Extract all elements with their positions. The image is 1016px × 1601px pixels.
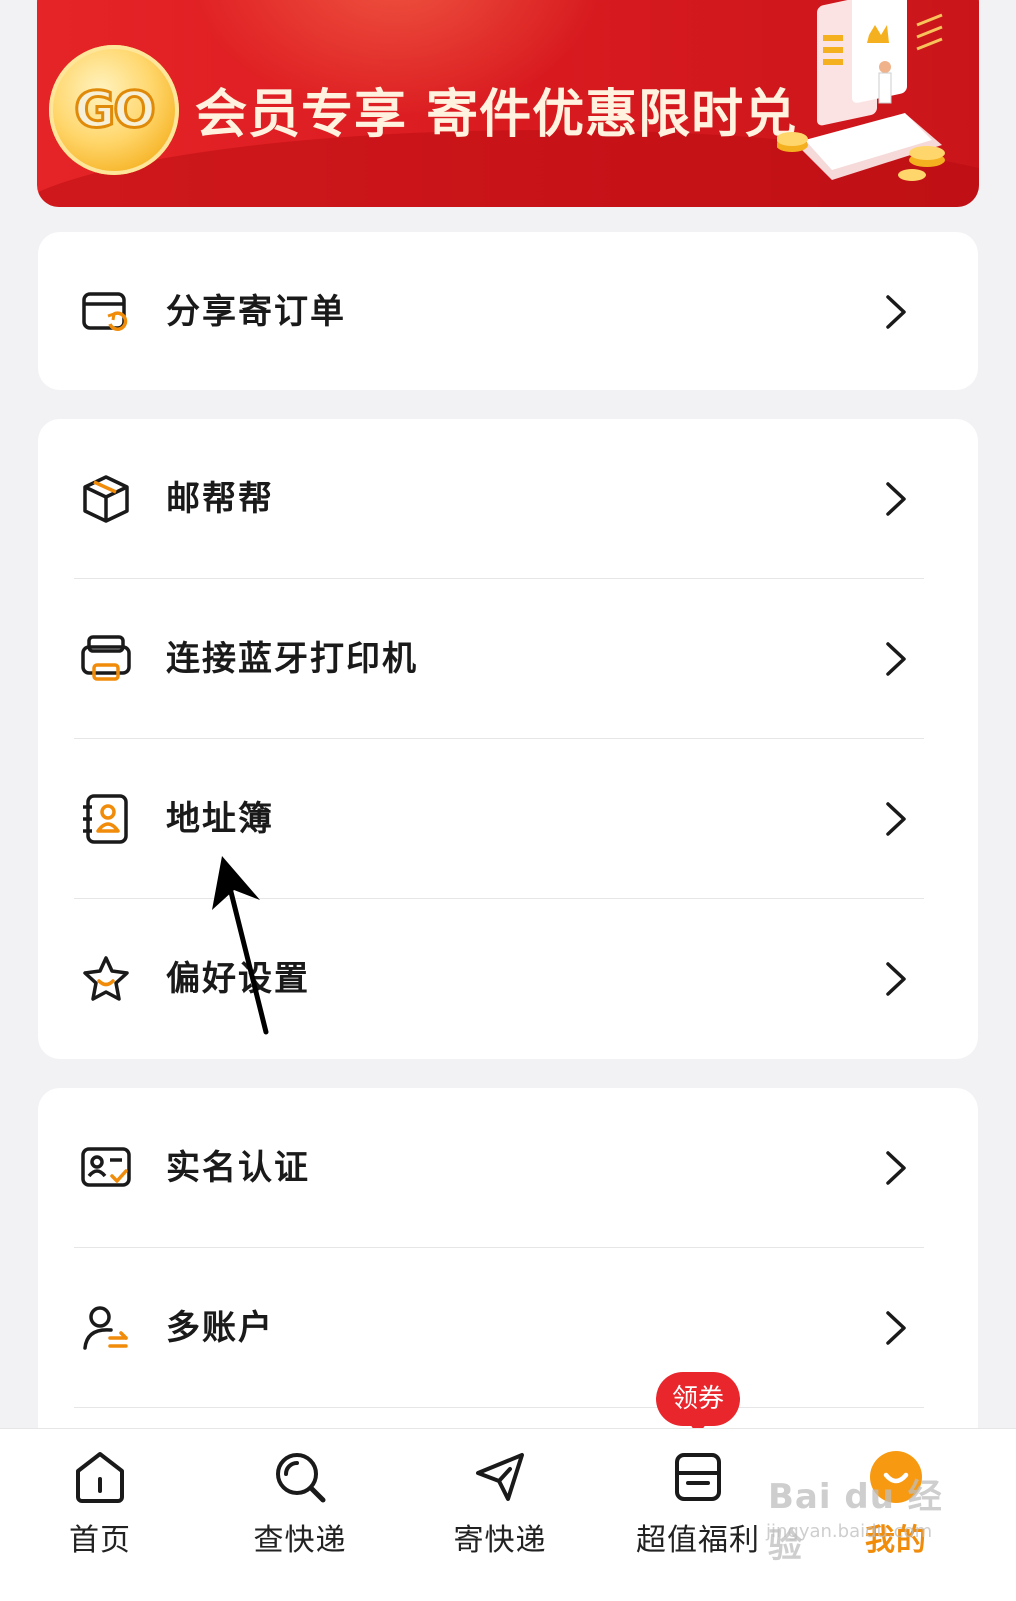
tab-label: 超值福利 <box>636 1523 760 1558</box>
printer-icon <box>81 635 131 681</box>
menu-item-label: 邮帮帮 <box>166 479 274 519</box>
chevron-right-icon <box>886 802 906 836</box>
banner-title: 会员专享 寄件优惠限时兑 <box>195 85 798 145</box>
tab-label: 我的 <box>865 1523 927 1558</box>
tab-label: 查快递 <box>253 1523 347 1558</box>
tab-track[interactable]: 查快递 <box>200 1429 400 1601</box>
share-order-icon <box>82 292 128 331</box>
tab-label: 首页 <box>69 1523 131 1558</box>
go-coin-icon: GO <box>49 45 179 175</box>
divider <box>74 1407 924 1408</box>
search-icon <box>276 1453 326 1503</box>
go-coin-label: GO <box>73 80 158 141</box>
coupon-badge[interactable]: 领券 <box>656 1372 740 1436</box>
account-switch-icon <box>83 1306 128 1350</box>
home-icon <box>76 1452 124 1503</box>
tab-send[interactable]: 寄快递 <box>400 1429 600 1601</box>
menu-item-multi-account[interactable]: 多账户 <box>38 1248 978 1408</box>
tab-benefits[interactable]: 超值福利 <box>598 1429 798 1601</box>
menu-item-label: 分享寄订单 <box>166 292 346 332</box>
send-icon <box>476 1453 524 1501</box>
address-book-icon <box>83 794 128 844</box>
menu-item-share-order[interactable]: 分享寄订单 <box>38 232 978 392</box>
menu-item-youbangbang[interactable]: 邮帮帮 <box>38 419 978 579</box>
tab-home[interactable]: 首页 <box>0 1429 200 1601</box>
profile-icon <box>870 1451 922 1503</box>
menu-card-tools: 邮帮帮 连接蓝牙打印机 地址簿 偏好设置 <box>38 419 978 1059</box>
annotation-arrow-icon <box>212 856 269 1035</box>
promo-banner[interactable]: GO 会员专享 寄件优惠限时兑 <box>37 0 979 207</box>
menu-item-label: 实名认证 <box>166 1148 310 1188</box>
tab-mine[interactable]: 我的 <box>796 1429 996 1601</box>
menu-card-account: 实名认证 多账户 <box>38 1088 978 1448</box>
chevron-right-icon <box>886 962 906 996</box>
chevron-right-icon <box>886 482 906 516</box>
menu-item-real-name[interactable]: 实名认证 <box>38 1088 978 1248</box>
bottom-tab-bar: 首页 查快递 寄快递 超值福利 我的 <box>0 1428 1016 1601</box>
benefit-icon <box>675 1453 721 1501</box>
menu-item-preferences[interactable]: 偏好设置 <box>38 899 978 1059</box>
menu-card-share: 分享寄订单 <box>38 232 978 390</box>
box-icon <box>83 475 129 523</box>
chevron-right-icon <box>886 295 906 329</box>
menu-item-label: 连接蓝牙打印机 <box>166 639 418 679</box>
menu-item-address-book[interactable]: 地址簿 <box>38 739 978 899</box>
tab-label: 寄快递 <box>453 1523 547 1558</box>
star-icon <box>83 956 129 1001</box>
menu-item-label: 多账户 <box>166 1308 274 1348</box>
phone-illustration-icon <box>777 0 945 181</box>
chevron-right-icon <box>886 1151 906 1185</box>
chevron-right-icon <box>886 642 906 676</box>
id-card-icon <box>81 1147 131 1187</box>
menu-item-bluetooth-printer[interactable]: 连接蓝牙打印机 <box>38 579 978 739</box>
chevron-right-icon <box>886 1311 906 1345</box>
